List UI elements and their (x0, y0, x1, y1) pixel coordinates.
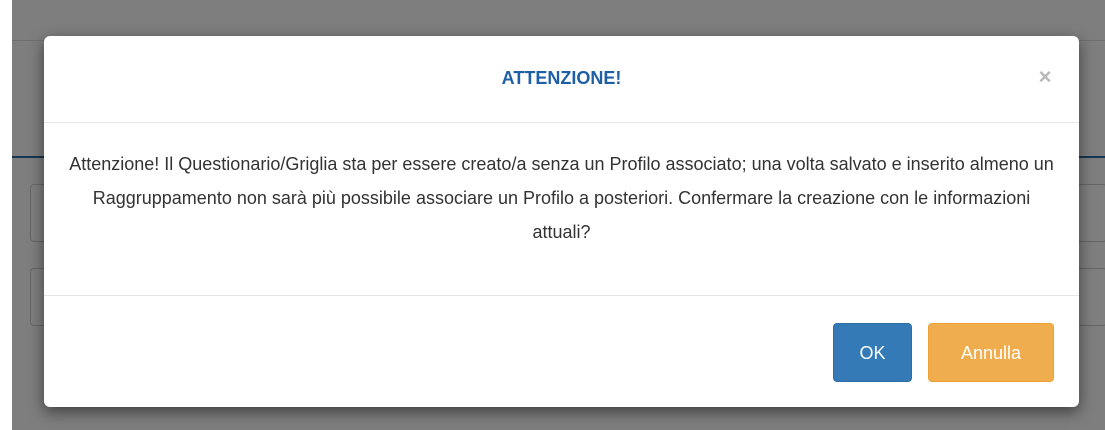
cancel-button[interactable]: Annulla (928, 323, 1054, 382)
dialog-title: ATTENZIONE! (501, 68, 622, 88)
page-left-edge (0, 0, 12, 430)
dialog-header: ATTENZIONE! × (44, 36, 1079, 123)
dialog-footer: OK Annulla (44, 296, 1079, 407)
dialog-message: Attenzione! Il Questionario/Griglia sta … (69, 154, 1054, 242)
confirmation-dialog: ATTENZIONE! × Attenzione! Il Questionari… (44, 36, 1079, 407)
ok-button[interactable]: OK (833, 323, 912, 382)
close-icon[interactable]: × (1035, 64, 1055, 90)
dialog-body: Attenzione! Il Questionario/Griglia sta … (44, 123, 1079, 296)
